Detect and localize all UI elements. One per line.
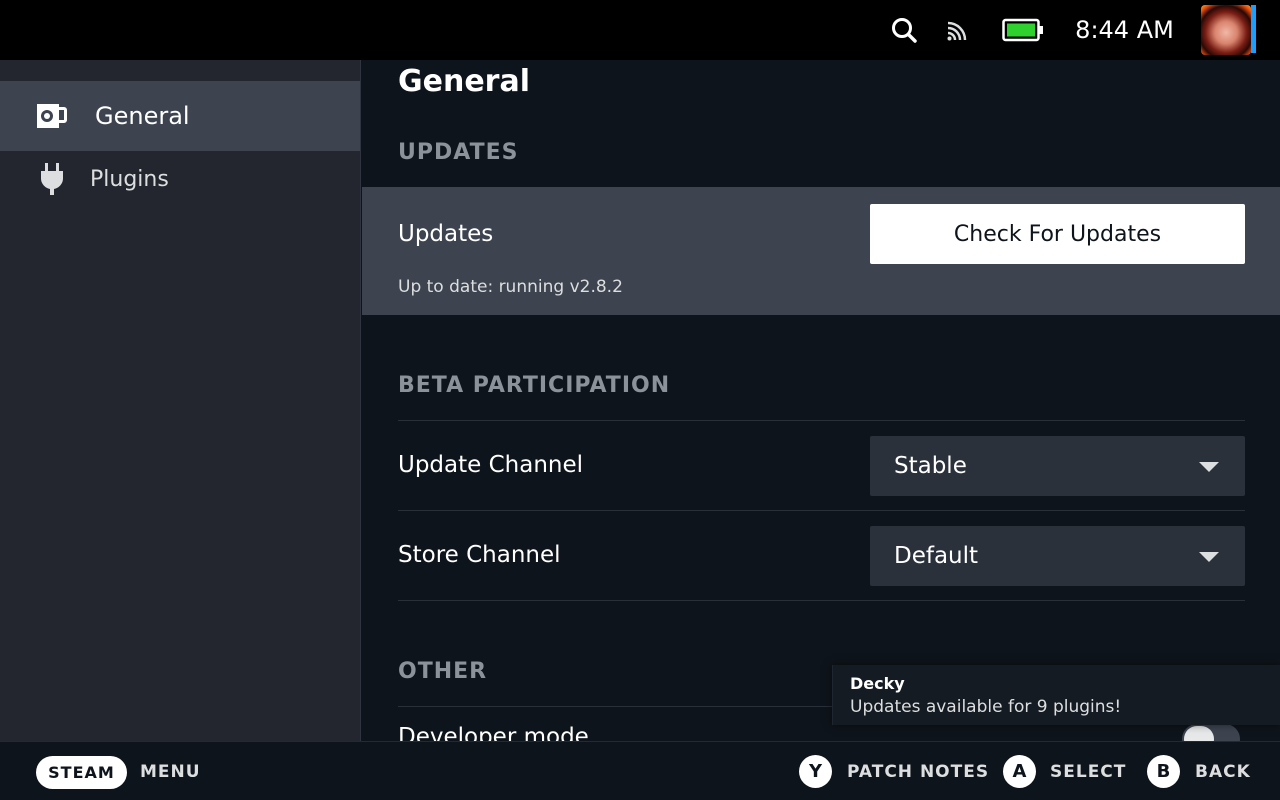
notification-toast[interactable]: Decky Updates available for 9 plugins! [832,665,1280,725]
back-hint[interactable]: BACK [1195,742,1251,800]
y-button-glyph[interactable]: Y [799,755,832,788]
cast-icon [942,0,974,60]
store-channel-value: Default [894,543,979,569]
sidebar: General Plugins [0,60,361,741]
section-heading-beta: BETA PARTICIPATION [398,373,671,398]
store-channel-label: Store Channel [398,542,561,568]
check-for-updates-button[interactable]: Check For Updates [870,204,1245,264]
select-hint[interactable]: SELECT [1050,742,1126,800]
sidebar-item-label: General [95,102,190,130]
toast-message: Updates available for 9 plugins! [850,697,1122,717]
toggle-knob [1184,726,1214,741]
developer-mode-label: Developer mode [398,724,589,741]
battery-icon [1000,0,1046,60]
sidebar-item-plugins[interactable]: Plugins [0,151,360,207]
page-title: General [398,64,530,99]
a-button-glyph[interactable]: A [1003,755,1036,788]
divider [398,510,1245,511]
update-channel-dropdown[interactable]: Stable [870,436,1245,496]
update-status: Up to date: running v2.8.2 [398,277,623,297]
patch-notes-hint[interactable]: PATCH NOTES [847,742,989,800]
toast-title: Decky [850,674,905,693]
sidebar-item-general[interactable]: General [0,81,360,151]
b-button-glyph[interactable]: B [1147,755,1180,788]
menu-hint: MENU [140,761,201,782]
update-channel-value: Stable [894,453,967,479]
divider [398,420,1245,421]
chevron-down-icon [1199,462,1219,472]
clock: 8:44 AM [1075,16,1174,44]
plug-icon [34,151,70,207]
online-indicator [1251,5,1256,53]
sidebar-item-label: Plugins [90,166,169,192]
section-heading-updates: UPDATES [398,140,519,165]
top-status-bar: 8:44 AM [0,0,1280,60]
divider [398,600,1245,601]
developer-mode-toggle[interactable] [1182,724,1240,741]
main-content: General UPDATES Updates Up to date: runn… [362,60,1280,741]
update-channel-label: Update Channel [398,452,584,478]
avatar[interactable] [1201,5,1251,55]
updates-row: Updates Up to date: running v2.8.2 Check… [362,187,1280,315]
footer-bar: STEAM MENU Y PATCH NOTES A SELECT B BACK [0,741,1280,800]
section-heading-other: OTHER [398,659,488,684]
search-icon[interactable] [888,0,920,60]
chevron-down-icon [1199,552,1219,562]
updates-label: Updates [398,221,494,247]
steam-button[interactable]: STEAM [36,756,127,789]
settings-page-icon [34,81,70,151]
store-channel-dropdown[interactable]: Default [870,526,1245,586]
